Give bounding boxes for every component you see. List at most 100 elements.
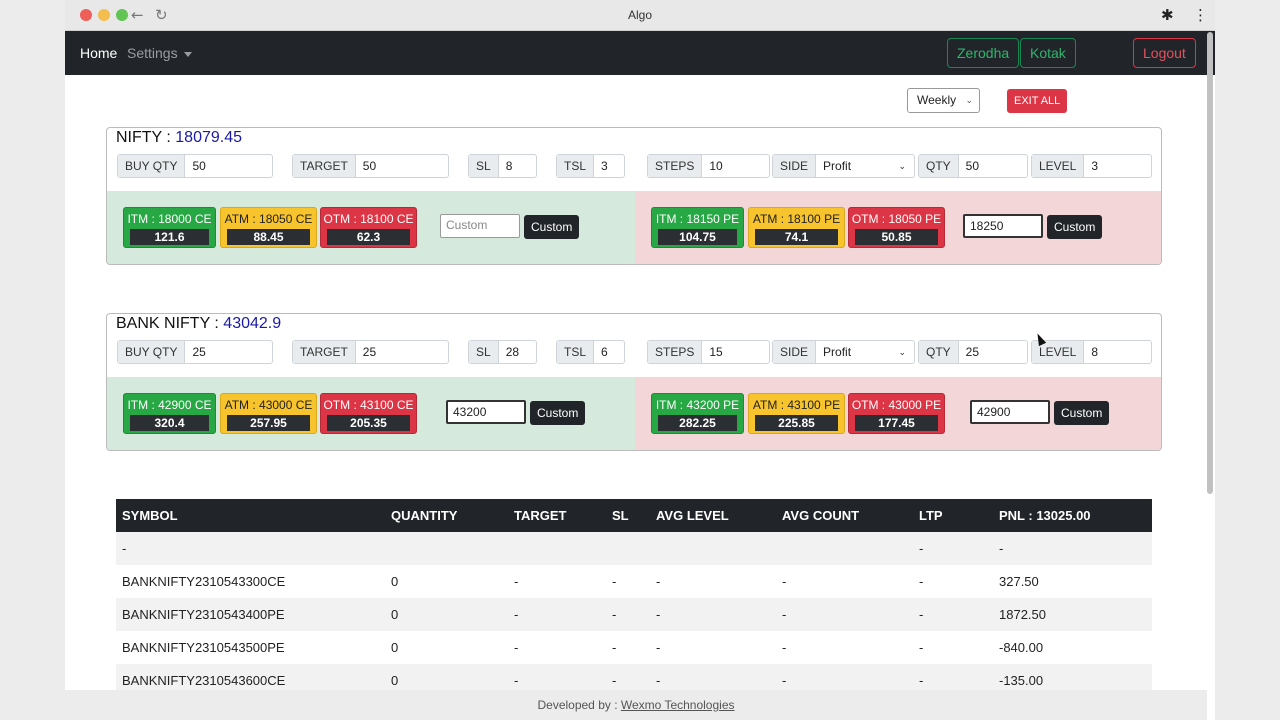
qty-value[interactable]: 25 xyxy=(959,341,1027,363)
buy-qty-label: BUY QTY xyxy=(118,341,186,363)
exit-all-button[interactable]: EXIT ALL xyxy=(1007,89,1068,113)
ce-custom-button[interactable]: Custom xyxy=(524,215,580,239)
target-value[interactable]: 50 xyxy=(356,155,448,177)
sl-field[interactable]: SL 28 xyxy=(468,340,537,364)
zerodha-button[interactable]: Zerodha xyxy=(947,38,1020,68)
option-label: OTM : 18050 PE xyxy=(851,212,942,226)
sl-field[interactable]: SL 8 xyxy=(468,154,537,178)
ce-atm-option-button[interactable]: ATM : 43000 CE 257.95 xyxy=(220,393,317,434)
pe-atm-option-button[interactable]: ATM : 43100 PE 225.85 xyxy=(748,393,845,434)
pe-otm-option-button[interactable]: OTM : 18050 PE 50.85 xyxy=(848,207,945,248)
target-value[interactable]: 25 xyxy=(356,341,448,363)
ce-custom-strike-text: Custom xyxy=(446,218,488,232)
ce-custom-strike-input[interactable]: Custom xyxy=(440,214,520,238)
table-cell xyxy=(508,532,606,565)
tsl-value[interactable]: 3 xyxy=(594,155,624,177)
level-label: LEVEL xyxy=(1032,155,1085,177)
extensions-puzzle-icon[interactable]: ✱ xyxy=(1161,6,1174,24)
page-scrollbar[interactable] xyxy=(1207,32,1213,494)
index-separator: : xyxy=(161,129,176,146)
caret-down-icon xyxy=(183,51,192,57)
ce-options-section: ITM : 42900 CE 320.4 ATM : 43000 CE 257.95 O… xyxy=(107,377,635,450)
steps-label: STEPS xyxy=(648,155,703,177)
side-value[interactable]: Profit ⌄ xyxy=(816,155,914,177)
qty-value-text: 25 xyxy=(965,345,980,359)
side-value-text: Profit xyxy=(823,345,852,359)
table-cell: BANKNIFTY2310543300CE xyxy=(122,574,286,589)
ce-otm-option-button[interactable]: OTM : 18100 CE 62.3 xyxy=(320,207,417,248)
option-premium: 257.95 xyxy=(227,415,310,431)
pe-atm-option-button[interactable]: ATM : 18100 PE 74.1 xyxy=(748,207,845,248)
target-field[interactable]: TARGET 25 xyxy=(292,340,449,364)
pe-otm-option-button[interactable]: OTM : 43000 PE 177.45 xyxy=(848,393,945,434)
option-label: ATM : 18100 PE xyxy=(752,212,841,226)
level-value[interactable]: 3 xyxy=(1084,155,1151,177)
table-cell: -840.00 xyxy=(999,640,1044,655)
pe-itm-option-button[interactable]: ITM : 43200 PE 282.25 xyxy=(651,393,744,434)
index-price: 18079.45 xyxy=(175,129,243,146)
ce-atm-option-button[interactable]: ATM : 18050 CE 88.45 xyxy=(220,207,317,248)
pe-custom-strike-input[interactable]: 18250 xyxy=(963,214,1043,238)
sl-value-text: 28 xyxy=(505,345,520,359)
qty-value[interactable]: 50 xyxy=(959,155,1027,177)
table-cell: - xyxy=(650,598,776,631)
tsl-value[interactable]: 6 xyxy=(594,341,624,363)
tsl-field[interactable]: TSL 6 xyxy=(556,340,625,364)
logout-button[interactable]: Logout xyxy=(1133,38,1196,68)
qty-field[interactable]: QTY 25 xyxy=(918,340,1028,364)
steps-field[interactable]: STEPS 10 xyxy=(647,154,770,178)
steps-value[interactable]: 10 xyxy=(702,155,769,177)
option-premium: 104.75 xyxy=(658,229,737,245)
nav-home-link[interactable]: Home xyxy=(80,45,117,61)
option-premium: 74.1 xyxy=(755,229,838,245)
pe-custom-strike-input[interactable]: 42900 xyxy=(970,400,1050,424)
buy-qty-value[interactable]: 25 xyxy=(185,341,272,363)
side-label: SIDE xyxy=(773,341,817,363)
option-premium: 225.85 xyxy=(755,415,838,431)
nav-settings-dropdown[interactable]: Settings xyxy=(127,45,192,61)
target-value-text: 25 xyxy=(362,345,377,359)
level-value[interactable]: 8 xyxy=(1084,341,1151,363)
side-field[interactable]: SIDE Profit ⌄ xyxy=(772,340,915,364)
chevron-down-icon: ⌄ xyxy=(898,161,906,171)
buy-qty-label: BUY QTY xyxy=(118,155,186,177)
pe-itm-option-button[interactable]: ITM : 18150 PE 104.75 xyxy=(651,207,744,248)
kotak-button[interactable]: Kotak xyxy=(1020,38,1076,68)
pe-custom-strike-text: 42900 xyxy=(977,405,1011,419)
steps-value[interactable]: 15 xyxy=(702,341,769,363)
target-field[interactable]: TARGET 50 xyxy=(292,154,449,178)
qty-field[interactable]: QTY 50 xyxy=(918,154,1028,178)
level-field[interactable]: LEVEL 8 xyxy=(1031,340,1152,364)
buy-qty-value[interactable]: 50 xyxy=(185,155,272,177)
index-panel: BANK NIFTY : 43042.9 BUY QTY 25 TARGET 25 SL 2… xyxy=(106,313,1162,451)
more-menu-icon[interactable]: ⋮ xyxy=(1193,6,1208,24)
footer-company-link[interactable]: Wexmo Technologies xyxy=(621,698,735,712)
sl-value[interactable]: 28 xyxy=(499,341,536,363)
tsl-field[interactable]: TSL 3 xyxy=(556,154,625,178)
table-cell: - xyxy=(514,640,519,655)
side-value[interactable]: Profit ⌄ xyxy=(816,341,914,363)
steps-field[interactable]: STEPS 15 xyxy=(647,340,770,364)
level-field[interactable]: LEVEL 3 xyxy=(1031,154,1152,178)
ce-custom-button[interactable]: Custom xyxy=(530,401,586,425)
ce-itm-option-button[interactable]: ITM : 42900 CE 320.4 xyxy=(123,393,216,434)
target-label: TARGET xyxy=(293,155,356,177)
expiry-select[interactable]: Weekly ⌄ xyxy=(907,88,980,113)
buy-qty-field[interactable]: BUY QTY 25 xyxy=(117,340,273,364)
sl-value[interactable]: 8 xyxy=(499,155,536,177)
table-cell xyxy=(385,532,508,565)
tsl-label: TSL xyxy=(557,155,595,177)
ce-custom-strike-input[interactable]: 43200 xyxy=(446,400,526,424)
ce-itm-option-button[interactable]: ITM : 18000 CE 121.6 xyxy=(123,207,216,248)
buy-qty-field[interactable]: BUY QTY 50 xyxy=(117,154,273,178)
ce-otm-option-button[interactable]: OTM : 43100 CE 205.35 xyxy=(320,393,417,434)
option-label: ITM : 18150 PE xyxy=(655,212,740,226)
side-field[interactable]: SIDE Profit ⌄ xyxy=(772,154,915,178)
table-cell: 0 xyxy=(385,598,508,631)
col-ltp-header: LTP xyxy=(913,499,993,532)
side-label: SIDE xyxy=(773,155,817,177)
pe-custom-button[interactable]: Custom xyxy=(1047,215,1103,239)
sl-label: SL xyxy=(469,341,499,363)
buy-qty-value-text: 25 xyxy=(192,345,206,359)
pe-custom-button[interactable]: Custom xyxy=(1054,401,1110,425)
